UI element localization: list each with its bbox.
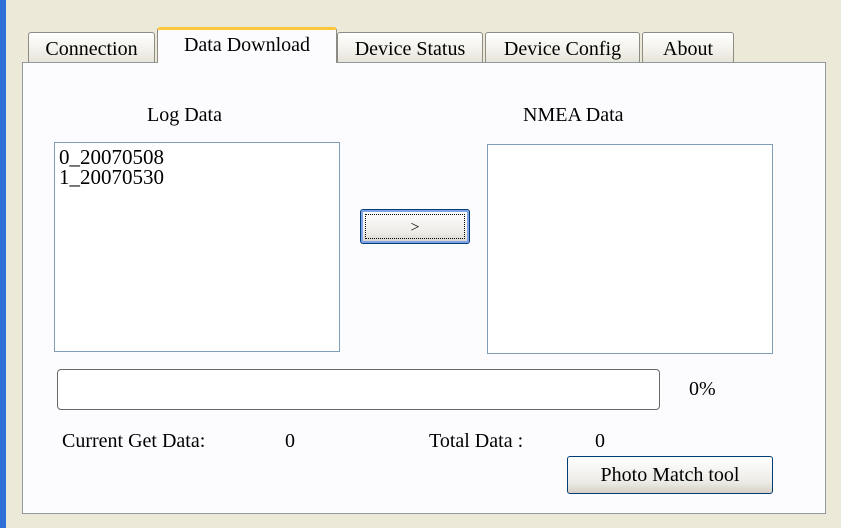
tab-device-config[interactable]: Device Config xyxy=(485,32,640,62)
log-data-item[interactable]: 1_20070530 xyxy=(59,167,335,188)
photo-match-tool-button[interactable]: Photo Match tool xyxy=(567,456,773,494)
log-data-title: Log Data xyxy=(147,104,222,126)
total-data-value: 0 xyxy=(595,430,605,452)
log-data-list[interactable]: 0_20070508 1_20070530 xyxy=(54,142,340,352)
tab-about[interactable]: About xyxy=(642,32,734,62)
nmea-data-title: NMEA Data xyxy=(523,104,624,126)
tab-connection[interactable]: Connection xyxy=(28,32,155,62)
window-frame-left xyxy=(0,0,6,528)
log-data-item[interactable]: 0_20070508 xyxy=(59,147,335,168)
nmea-data-list[interactable] xyxy=(487,144,773,354)
tab-data-download[interactable]: Data Download xyxy=(157,27,337,63)
transfer-button[interactable]: > xyxy=(360,209,470,244)
current-get-data-label: Current Get Data: xyxy=(62,430,206,452)
progress-percent: 0% xyxy=(689,378,716,400)
current-get-data-value: 0 xyxy=(285,430,295,452)
tab-device-status[interactable]: Device Status xyxy=(337,32,483,62)
total-data-label: Total Data : xyxy=(429,430,524,452)
app-window: Connection Data Download Device Status D… xyxy=(0,0,841,528)
transfer-button-label: > xyxy=(410,219,420,236)
download-progress-bar xyxy=(57,369,660,410)
